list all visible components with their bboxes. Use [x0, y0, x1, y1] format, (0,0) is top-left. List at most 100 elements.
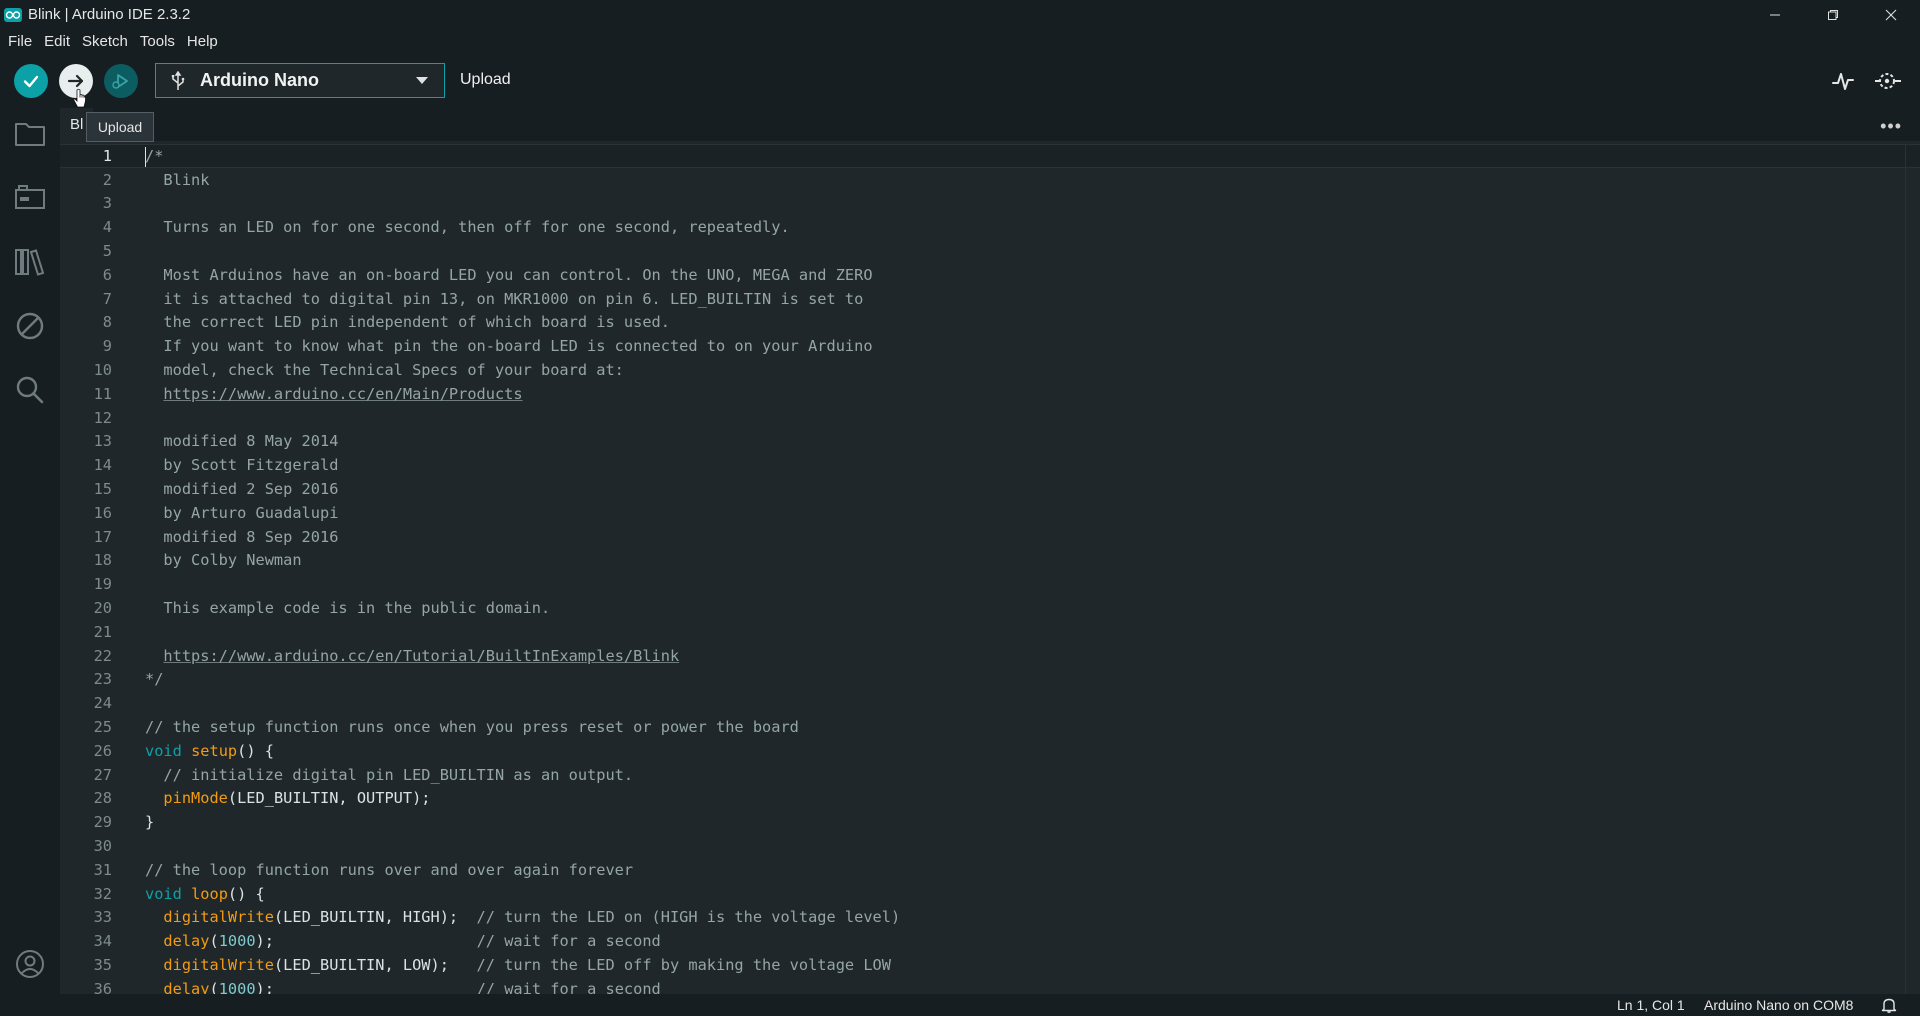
code-line[interactable]: 30 [60, 834, 1920, 858]
menu-edit[interactable]: Edit [38, 33, 76, 50]
line-number: 28 [93, 789, 112, 808]
code-line[interactable]: 15 modified 2 Sep 2016 [60, 477, 1920, 501]
close-button[interactable] [1862, 0, 1920, 29]
code-line[interactable]: 3 [60, 192, 1920, 216]
code-line[interactable]: 34 delay(1000); // wait for a second [60, 929, 1920, 953]
sidebar-boards-manager[interactable] [12, 180, 48, 216]
code-line[interactable]: 27 // initialize digital pin LED_BUILTIN… [60, 763, 1920, 787]
code-token: (LED_BUILTIN, HIGH); [273, 908, 477, 927]
code-line[interactable]: 1 /* [60, 144, 1920, 168]
code-line[interactable]: 33 digitalWrite(LED_BUILTIN, HIGH); // t… [60, 906, 1920, 930]
code-token: () { [227, 884, 265, 903]
code-line[interactable]: 19 [60, 572, 1920, 596]
menu-help[interactable]: Help [181, 33, 224, 50]
line-number: 22 [93, 646, 112, 665]
code-text: Blink [145, 171, 209, 189]
menu-tools[interactable]: Tools [134, 33, 181, 50]
code-line[interactable]: 26 void setup() { [60, 739, 1920, 763]
code-line[interactable]: 23 */ [60, 668, 1920, 692]
code-line[interactable]: 12 [60, 406, 1920, 430]
code-token: it is attached to digital pin 13, on MKR… [145, 289, 864, 308]
code-line[interactable]: 2 Blink [60, 168, 1920, 192]
menu-sketch[interactable]: Sketch [76, 33, 134, 50]
board-port-status[interactable]: Arduino Nano on COM8 [1704, 997, 1853, 1013]
line-number: 1 [102, 146, 112, 165]
window-controls [1746, 0, 1920, 29]
code-line[interactable]: 16 by Arturo Guadalupi [60, 501, 1920, 525]
notification-bell-icon[interactable] [1880, 996, 1898, 1014]
line-number: 11 [93, 384, 112, 403]
sidebar-sketchbook[interactable] [12, 116, 48, 152]
code-line[interactable]: 17 modified 8 Sep 2016 [60, 525, 1920, 549]
code-line[interactable]: 21 [60, 620, 1920, 644]
code-token: ( [209, 932, 219, 951]
code-token: modified 8 Sep 2016 [145, 527, 339, 546]
code-line[interactable]: 10 model, check the Technical Specs of y… [60, 358, 1920, 382]
cursor-position[interactable]: Ln 1, Col 1 [1617, 997, 1685, 1013]
code-line[interactable]: 7 it is attached to digital pin 13, on M… [60, 287, 1920, 311]
code-line[interactable]: 25 // the setup function runs once when y… [60, 715, 1920, 739]
code-line[interactable]: 13 modified 8 May 2014 [60, 430, 1920, 454]
debug-play-icon [112, 74, 128, 89]
code-line[interactable]: 29} [60, 810, 1920, 834]
code-text: Turns an LED on for one second, then off… [145, 218, 789, 236]
code-line[interactable]: 6 Most Arduinos have an on-board LED you… [60, 263, 1920, 287]
code-token: // turn the LED off by making the voltag… [476, 955, 891, 974]
code-link[interactable]: https://www.arduino.cc/en/Tutorial/Built… [163, 647, 679, 665]
code-line[interactable]: 18 by Colby Newman [60, 549, 1920, 573]
code-text: it is attached to digital pin 13, on MKR… [145, 290, 863, 308]
toolbar-action-label: Upload [460, 71, 511, 88]
code-text: digitalWrite(LED_BUILTIN, HIGH); // turn… [145, 908, 900, 926]
code-token: // the setup function runs once when you… [145, 718, 799, 737]
debug-start-button[interactable] [104, 64, 138, 98]
menu-file[interactable]: File [2, 33, 38, 50]
code-line[interactable]: 31 // the loop function runs over and ove… [60, 858, 1920, 882]
serial-plotter-button[interactable] [1828, 66, 1858, 96]
line-number: 9 [102, 337, 112, 356]
code-text: If you want to know what pin the on-boar… [145, 337, 872, 355]
sidebar-library-manager[interactable] [12, 244, 48, 280]
window-title: Blink | Arduino IDE 2.3.2 [28, 6, 191, 23]
code-token: /* [145, 146, 164, 165]
serial-monitor-button[interactable] [1874, 66, 1904, 96]
code-line[interactable]: 14 by Scott Fitzgerald [60, 453, 1920, 477]
code-line[interactable]: 22 https://www.arduino.cc/en/Tutorial/Bu… [60, 644, 1920, 668]
line-number: 15 [93, 480, 112, 499]
usb-icon [171, 70, 185, 90]
code-token: Most Arduinos have an on-board LED you c… [145, 265, 873, 284]
code-token: (LED_BUILTIN, OUTPUT); [227, 789, 431, 808]
code-line[interactable]: 20 This example code is in the public do… [60, 596, 1920, 620]
code-token: pinMode [163, 789, 228, 808]
code-link[interactable]: https://www.arduino.cc/en/Main/Products [163, 385, 522, 403]
line-number: 18 [93, 551, 112, 570]
code-line[interactable]: 4 Turns an LED on for one second, then o… [60, 215, 1920, 239]
line-number: 2 [102, 170, 112, 189]
board-selector[interactable]: Arduino Nano [155, 63, 445, 98]
code-line[interactable]: 8 the correct LED pin independent of whi… [60, 311, 1920, 335]
sidebar-search[interactable] [12, 372, 48, 408]
code-text: by Colby Newman [145, 551, 301, 569]
code-editor[interactable]: 1/* 2 Blink 3 4 Turns an LED on for one sec… [60, 144, 1920, 994]
code-line[interactable]: 9 If you want to know what pin the on-bo… [60, 334, 1920, 358]
more-options-icon[interactable]: ••• [1880, 116, 1902, 137]
mouse-cursor-icon [73, 88, 86, 108]
board-manager-icon [15, 185, 45, 209]
minimize-button[interactable] [1746, 0, 1804, 29]
code-line[interactable]: 32 void loop() { [60, 882, 1920, 906]
code-line[interactable]: 24 [60, 691, 1920, 715]
line-number: 19 [93, 575, 112, 594]
sidebar-account[interactable] [12, 946, 48, 982]
sidebar-debug[interactable] [12, 308, 48, 344]
restore-button[interactable] [1804, 0, 1862, 29]
code-line[interactable]: 11 https://www.arduino.cc/en/Main/Produc… [60, 382, 1920, 406]
code-line[interactable]: 36 delay(1000); // wait for a second [60, 977, 1920, 994]
code-line[interactable]: 28 pinMode(LED_BUILTIN, OUTPUT); [60, 787, 1920, 811]
code-token: modified 8 May 2014 [145, 432, 339, 451]
code-line[interactable]: 5 [60, 239, 1920, 263]
verify-button[interactable] [14, 64, 48, 98]
code-line[interactable]: 35 digitalWrite(LED_BUILTIN, LOW); // tu… [60, 953, 1920, 977]
